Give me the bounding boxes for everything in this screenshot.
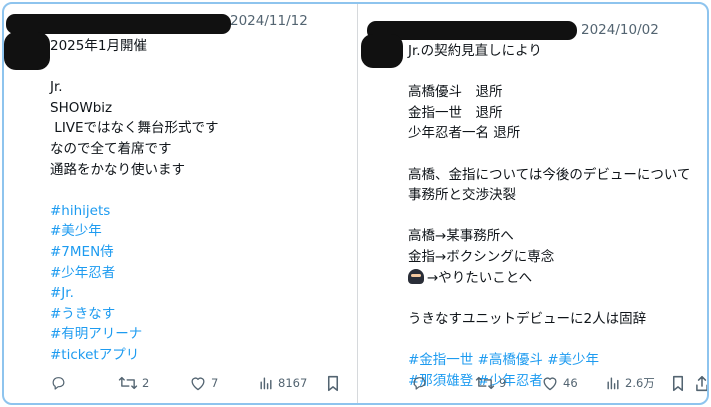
text: うきなすユニットデビューに2人は固辞 [408,310,647,327]
text: 高橋優斗 退所 [408,84,503,101]
text-line [408,206,690,227]
reply-icon [52,377,65,390]
ninja-emoji-icon [408,268,424,284]
action-bar: 9 46 2.6万 [359,375,707,395]
text-line: うきなすユニットデビューに2人は固辞 [408,309,690,330]
like-icon [543,377,557,391]
text-line [50,57,219,78]
hashtag-line[interactable]: #Jr. [50,283,219,304]
hashtag[interactable]: #美少年 [50,223,102,239]
text-line: なので全て着席です [50,139,219,160]
views-count: 2.6万 [625,376,655,390]
text-line [408,144,690,165]
hashtag-line[interactable]: #少年忍者 [50,263,219,284]
bookmark-icon [672,375,684,392]
tweet-text: Jr.の契約見直しにより 高橋優斗 退所 金指一世 退所少年忍者一名 退所高橋、金指… [408,41,690,391]
screenshot-frame: 2024/11/12 2025年1月開催 Jr. SHOWbiz LIVEではなく舞… [2,2,709,405]
tweet-text: 2025年1月開催 Jr. SHOWbiz LIVEではなく舞台形式です なので全て着… [50,36,219,366]
hashtag[interactable]: #少年忍者 [50,265,115,281]
hashtag-line[interactable]: #有明アリーナ [50,324,219,345]
text: →やりたいことへ [427,269,533,286]
tweet-card-left[interactable]: 2024/11/12 2025年1月開催 Jr. SHOWbiz LIVEではなく舞… [4,4,358,403]
bookmark-button[interactable] [671,375,685,392]
share-button[interactable] [695,375,707,392]
text-line: →やりたいことへ [408,268,690,289]
text-line [408,329,690,350]
text-line: 高橋、金指については今後のデビューについて [408,165,690,186]
text-line: 事務所と交渉決裂 [408,185,690,206]
redacted-username [6,14,231,34]
text: SHOWbiz [50,99,113,116]
hashtag[interactable]: #Jr. [50,285,74,301]
text-line [408,288,690,309]
views-icon [260,377,272,390]
text-line [50,180,219,201]
views-count: 8167 [278,376,308,390]
bookmark-button[interactable] [326,375,340,392]
reply-icon [413,377,426,390]
text-line: Jr.の契約見直しにより [408,41,690,62]
text: 高橋、金指については今後のデビューについて [408,166,691,183]
text: なので全て着席です [50,140,172,157]
hashtag[interactable]: #うきなす [50,306,115,322]
text-line: 金指→ボクシングに専念 [408,247,690,268]
tweet-card-right[interactable]: 2024/10/02 Jr.の契約見直しにより 高橋優斗 退所 金指一世 退所少年忍… [359,4,707,403]
hashtag-line[interactable]: #ticketアプリ [50,345,219,366]
views-button[interactable]: 8167 [258,375,307,391]
retweet-icon [475,376,495,390]
views-button[interactable]: 2.6万 [605,375,655,391]
like-icon [191,377,205,391]
like-button[interactable]: 7 [189,375,218,391]
reply-button[interactable] [50,375,71,391]
text: 2025年1月開催 [50,38,147,54]
tweet-date: 2024/11/12 [230,13,308,29]
text-line: 高橋優斗 退所 [408,82,690,103]
retweet-count: 9 [499,376,507,390]
like-count: 7 [211,376,219,390]
like-button[interactable]: 46 [541,375,578,391]
tweet-date: 2024/10/02 [581,22,659,38]
redacted-avatar [361,34,403,68]
hashtag[interactable]: #有明アリーナ [50,326,142,342]
action-bar: 2 7 8167 [4,375,357,395]
hashtag[interactable]: #金指一世 #高橋優斗 #美少年 [408,352,599,368]
text-line: 2025年1月開催 [50,36,219,57]
hashtag[interactable]: #hihijets [50,203,110,219]
text: 通路をかなり使います [50,161,185,178]
retweet-icon [118,376,138,390]
text-line: 高橋→某事務所へ [408,226,690,247]
redacted-avatar [4,32,50,70]
hashtag[interactable]: #7MEN侍 [50,244,114,260]
text-line: LIVEではなく舞台形式です [50,118,219,139]
views-icon [607,377,619,390]
text: 少年忍者一名 退所 [408,125,521,142]
share-icon [696,375,707,392]
text-line: SHOWbiz [50,98,219,119]
text-line: 通路をかなり使います [50,160,219,181]
hashtag-line[interactable]: #金指一世 #高橋優斗 #美少年 [408,350,690,371]
like-count: 46 [563,376,578,390]
reply-button[interactable] [411,375,432,391]
text-line: 金指一世 退所 [408,103,690,124]
text: Jr.の契約見直しにより [408,43,542,59]
text: 金指一世 退所 [408,104,503,121]
retweet-button[interactable]: 2 [118,375,149,391]
text-line [408,62,690,83]
bookmark-icon [327,375,339,392]
text-line: Jr. [50,77,219,98]
text: 金指→ボクシングに専念 [408,248,555,265]
text-line: 少年忍者一名 退所 [408,123,690,144]
retweet-count: 2 [142,376,150,390]
hashtag-line[interactable]: #7MEN侍 [50,242,219,263]
text: LIVEではなく舞台形式です [50,120,219,137]
text: 高橋→某事務所へ [408,228,514,245]
hashtag-line[interactable]: #美少年 [50,221,219,242]
text: Jr. [50,79,63,96]
retweet-button[interactable]: 9 [475,375,506,391]
hashtag[interactable]: #ticketアプリ [50,347,139,363]
hashtag-line[interactable]: #うきなす [50,304,219,325]
hashtag-line[interactable]: #hihijets [50,201,219,222]
text: 事務所と交渉決裂 [408,187,516,204]
